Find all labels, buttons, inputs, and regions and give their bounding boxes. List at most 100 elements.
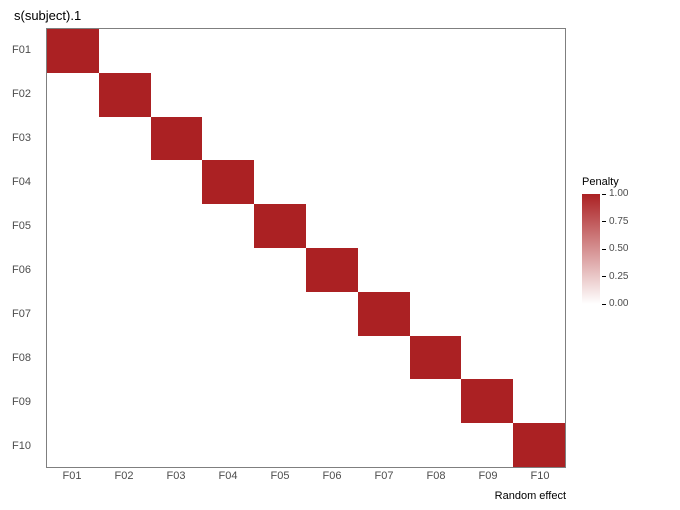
heatmap-cell	[461, 117, 513, 161]
heatmap-cell	[306, 29, 358, 73]
heatmap-cell	[47, 336, 99, 380]
heatmap-cell	[410, 292, 462, 336]
legend-tick-mark	[602, 304, 606, 305]
heatmap-cell	[202, 336, 254, 380]
x-tick-label: F03	[150, 470, 202, 490]
legend-colorbar	[582, 194, 600, 304]
heatmap-cell	[202, 379, 254, 423]
heatmap-cell	[461, 73, 513, 117]
heatmap-cell	[513, 117, 565, 161]
heatmap-cell	[461, 204, 513, 248]
heatmap-cell	[254, 29, 306, 73]
heatmap-cell	[513, 423, 565, 467]
heatmap-cell	[461, 423, 513, 467]
heatmap-cell	[306, 379, 358, 423]
heatmap-cell	[410, 204, 462, 248]
x-axis: F01F02F03F04F05F06F07F08F09F10	[46, 470, 566, 490]
x-tick-label: F04	[202, 470, 254, 490]
heatmap-cell	[47, 292, 99, 336]
x-tick-label: F10	[514, 470, 566, 490]
heatmap-cell	[358, 336, 410, 380]
heatmap-cell	[410, 160, 462, 204]
heatmap-cell	[358, 117, 410, 161]
heatmap-cell	[151, 423, 203, 467]
heatmap-cell	[151, 117, 203, 161]
legend-title: Penalty	[582, 176, 670, 188]
heatmap-cell	[254, 117, 306, 161]
heatmap-cell	[410, 73, 462, 117]
heatmap-cell	[306, 117, 358, 161]
heatmap-cell	[47, 160, 99, 204]
legend-tick-mark	[602, 221, 606, 222]
x-tick-label: F02	[98, 470, 150, 490]
y-axis: F01F02F03F04F05F06F07F08F09F10	[0, 28, 46, 468]
heatmap-cell	[410, 29, 462, 73]
y-tick-label: F06	[0, 248, 46, 292]
heatmap-cell	[461, 248, 513, 292]
heatmap-cell	[151, 29, 203, 73]
x-tick-label: F01	[46, 470, 98, 490]
heatmap-cell	[513, 379, 565, 423]
heatmap-cell	[410, 336, 462, 380]
y-tick-label: F01	[0, 28, 46, 72]
heatmap-cell	[99, 423, 151, 467]
heatmap-cell	[358, 379, 410, 423]
heatmap-cell	[358, 204, 410, 248]
heatmap-cell	[461, 160, 513, 204]
heatmap-cell	[358, 73, 410, 117]
legend-tick-label: 0.25	[609, 272, 628, 282]
heatmap-grid	[47, 29, 565, 467]
heatmap-cell	[461, 292, 513, 336]
heatmap-cell	[99, 117, 151, 161]
legend-tick-label: 0.50	[609, 244, 628, 254]
heatmap-cell	[410, 379, 462, 423]
heatmap-cell	[99, 248, 151, 292]
heatmap-cell	[99, 379, 151, 423]
heatmap-cell	[306, 292, 358, 336]
y-tick-label: F10	[0, 424, 46, 468]
heatmap-cell	[202, 292, 254, 336]
heatmap-cell	[47, 248, 99, 292]
x-tick-label: F09	[462, 470, 514, 490]
heatmap-cell	[306, 73, 358, 117]
heatmap-cell	[99, 160, 151, 204]
heatmap-cell	[254, 248, 306, 292]
x-axis-label: Random effect	[495, 490, 566, 502]
heatmap-cell	[254, 73, 306, 117]
heatmap-cell	[358, 160, 410, 204]
heatmap-cell	[151, 160, 203, 204]
heatmap-cell	[306, 336, 358, 380]
heatmap-cell	[513, 73, 565, 117]
heatmap-cell	[151, 248, 203, 292]
legend-bar-wrap: 1.000.750.500.250.00	[582, 194, 670, 304]
heatmap-cell	[202, 73, 254, 117]
heatmap-chart: s(subject).1 F01F02F03F04F05F06F07F08F09…	[0, 0, 680, 510]
heatmap-cell	[47, 73, 99, 117]
heatmap-cell	[358, 248, 410, 292]
heatmap-cell	[410, 248, 462, 292]
heatmap-cell	[202, 29, 254, 73]
y-tick-label: F04	[0, 160, 46, 204]
y-tick-label: F09	[0, 380, 46, 424]
y-tick-label: F05	[0, 204, 46, 248]
plot-panel	[46, 28, 566, 468]
legend-tick-mark	[602, 194, 606, 195]
heatmap-cell	[254, 160, 306, 204]
heatmap-cell	[99, 204, 151, 248]
heatmap-cell	[254, 423, 306, 467]
chart-title: s(subject).1	[14, 8, 81, 23]
y-tick-label: F03	[0, 116, 46, 160]
heatmap-cell	[151, 204, 203, 248]
legend-tick-mark	[602, 249, 606, 250]
heatmap-cell	[306, 204, 358, 248]
heatmap-cell	[47, 204, 99, 248]
heatmap-cell	[358, 423, 410, 467]
legend-tick-mark	[602, 276, 606, 277]
heatmap-cell	[47, 29, 99, 73]
heatmap-cell	[254, 292, 306, 336]
heatmap-cell	[202, 117, 254, 161]
heatmap-cell	[358, 292, 410, 336]
heatmap-cell	[151, 379, 203, 423]
heatmap-cell	[254, 379, 306, 423]
heatmap-cell	[47, 423, 99, 467]
